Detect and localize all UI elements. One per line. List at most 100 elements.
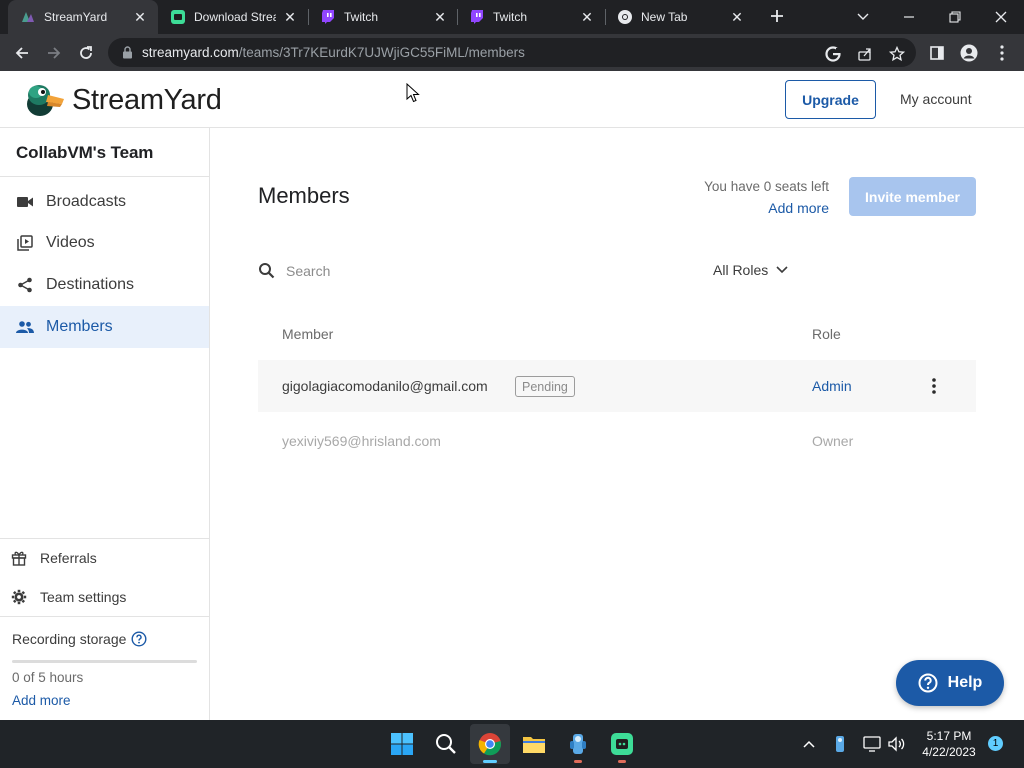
- gift-icon: [11, 550, 27, 566]
- tab-new-tab[interactable]: New Tab ✕: [605, 0, 755, 34]
- close-window-icon[interactable]: [978, 0, 1024, 34]
- share-page-icon[interactable]: [856, 45, 874, 63]
- help-button-label: Help: [947, 674, 983, 691]
- upgrade-button[interactable]: Upgrade: [785, 80, 876, 119]
- close-tab-icon[interactable]: ✕: [432, 9, 448, 25]
- bookmark-star-icon[interactable]: [888, 45, 906, 63]
- column-header-member: Member: [282, 326, 334, 342]
- seats-remaining-text: You have 0 seats left: [704, 179, 829, 194]
- recording-storage-label: Recording storage: [12, 631, 147, 647]
- notification-badge[interactable]: 1: [988, 736, 1003, 751]
- seats-add-more-link[interactable]: Add more: [600, 200, 829, 216]
- profile-avatar-icon[interactable]: [956, 40, 982, 66]
- lock-icon[interactable]: [120, 46, 134, 60]
- team-name: CollabVM's Team: [16, 143, 154, 162]
- member-role: Owner: [812, 433, 854, 449]
- address-bar[interactable]: streamyard.com/teams/3Tr7KEurdK7UJWjiGC5…: [108, 38, 916, 67]
- help-button[interactable]: Help: [896, 660, 1004, 706]
- close-tab-icon[interactable]: ✕: [729, 9, 745, 25]
- more-options-icon[interactable]: [924, 374, 944, 398]
- twitch-favicon-icon: [320, 9, 336, 25]
- sidebar-divider: [0, 616, 209, 617]
- browser-toolbar: streamyard.com/teams/3Tr7KEurdK7UJWjiGC5…: [0, 34, 1024, 71]
- storage-add-more-link[interactable]: Add more: [12, 693, 71, 708]
- tab-title: StreamYard: [44, 10, 108, 24]
- sidebar-item-members[interactable]: Members: [0, 306, 209, 348]
- close-tab-icon[interactable]: ✕: [132, 9, 148, 25]
- roles-filter-label: All Roles: [713, 262, 769, 278]
- sidebar-item-label: Members: [46, 318, 113, 335]
- member-role-selector[interactable]: Admin: [812, 378, 852, 394]
- close-tab-icon[interactable]: ✕: [282, 9, 298, 25]
- twitch-favicon-icon: [469, 9, 485, 25]
- video-library-icon: [16, 234, 34, 252]
- tab-twitch-1[interactable]: Twitch ✕: [308, 0, 458, 34]
- forward-arrow-icon[interactable]: [41, 40, 67, 66]
- tab-title: New Tab: [641, 10, 688, 24]
- sidebar: CollabVM's Team Broadcasts Videos Destin…: [0, 128, 210, 720]
- mascot-app-icon[interactable]: [558, 724, 598, 764]
- member-email: yexiviy569@hrisland.com: [282, 433, 441, 449]
- column-header-role: Role: [812, 326, 841, 342]
- file-explorer-icon[interactable]: [514, 724, 554, 764]
- windows-start-icon[interactable]: [382, 724, 422, 764]
- tab-title: Twitch: [493, 10, 528, 24]
- tray-app-icon[interactable]: [830, 734, 850, 754]
- sidebar-item-label: Destinations: [46, 276, 135, 293]
- sidebar-item-label: Videos: [46, 234, 95, 251]
- new-tab-plus-icon[interactable]: [766, 5, 788, 27]
- chevron-down-icon: [776, 263, 790, 277]
- download-app-taskbar-icon[interactable]: [602, 724, 642, 764]
- side-panel-icon[interactable]: [924, 40, 950, 66]
- help-circle-icon[interactable]: [131, 631, 147, 647]
- sidebar-item-label: Team settings: [40, 589, 127, 605]
- sidebar-item-broadcasts[interactable]: Broadcasts: [0, 181, 209, 223]
- my-account-link[interactable]: My account: [900, 91, 972, 107]
- sidebar-divider: [0, 176, 209, 177]
- invite-member-button[interactable]: Invite member: [849, 177, 976, 216]
- chrome-favicon-icon: [617, 9, 633, 25]
- minimize-icon[interactable]: [886, 0, 932, 34]
- status-badge: Pending: [515, 376, 575, 397]
- download-app-favicon-icon: [170, 9, 186, 25]
- recording-storage-text: Recording storage: [12, 631, 127, 647]
- streamyard-logo[interactable]: StreamYard: [22, 80, 222, 120]
- sidebar-item-label: Broadcasts: [46, 193, 127, 210]
- volume-icon[interactable]: [887, 734, 907, 754]
- google-icon[interactable]: [824, 45, 842, 63]
- browser-menu-icon[interactable]: [989, 40, 1015, 66]
- restore-icon[interactable]: [932, 0, 978, 34]
- taskbar-search-icon[interactable]: [426, 724, 466, 764]
- sidebar-item-videos[interactable]: Videos: [0, 222, 209, 264]
- member-row[interactable]: gigolagiacomodanilo@gmail.com Pending Ad…: [258, 360, 976, 412]
- sidebar-divider: [0, 538, 209, 539]
- people-icon: [16, 318, 34, 336]
- share-icon: [16, 276, 34, 294]
- page-title: Members: [258, 183, 350, 208]
- reload-icon[interactable]: [73, 40, 99, 66]
- url-text: streamyard.com/teams/3Tr7KEurdK7UJWjiGC5…: [142, 45, 525, 60]
- taskbar-clock[interactable]: 5:17 PM 4/22/2023: [912, 728, 986, 760]
- help-circle-icon: [918, 673, 938, 693]
- windows-taskbar: 5:17 PM 4/22/2023: [0, 720, 1024, 768]
- sidebar-item-team-settings[interactable]: Team settings: [0, 582, 209, 612]
- tab-streamyard[interactable]: StreamYard ✕: [8, 0, 158, 34]
- url-host: streamyard.com: [142, 45, 239, 60]
- member-search-input[interactable]: [286, 259, 646, 283]
- chrome-taskbar-icon[interactable]: [470, 724, 510, 764]
- back-arrow-icon[interactable]: [9, 40, 35, 66]
- tab-download[interactable]: Download Strea ✕: [158, 0, 308, 34]
- network-icon[interactable]: [862, 734, 882, 754]
- sidebar-item-destinations[interactable]: Destinations: [0, 264, 209, 306]
- tab-twitch-2[interactable]: Twitch ✕: [457, 0, 605, 34]
- url-path: /teams/3Tr7KEurdK7UJWjiGC55FiML/members: [238, 45, 525, 60]
- tab-search-chevron-icon[interactable]: [840, 0, 886, 34]
- mouse-cursor-icon: [406, 83, 420, 103]
- duck-logo-icon: [27, 85, 64, 116]
- show-hidden-icons-chevron-icon[interactable]: [799, 734, 819, 754]
- clock-time: 5:17 PM: [926, 729, 972, 743]
- close-tab-icon[interactable]: ✕: [579, 9, 595, 25]
- roles-filter-dropdown[interactable]: All Roles: [713, 262, 790, 278]
- member-email: gigolagiacomodanilo@gmail.com: [282, 378, 488, 394]
- sidebar-item-referrals[interactable]: Referrals: [0, 543, 209, 573]
